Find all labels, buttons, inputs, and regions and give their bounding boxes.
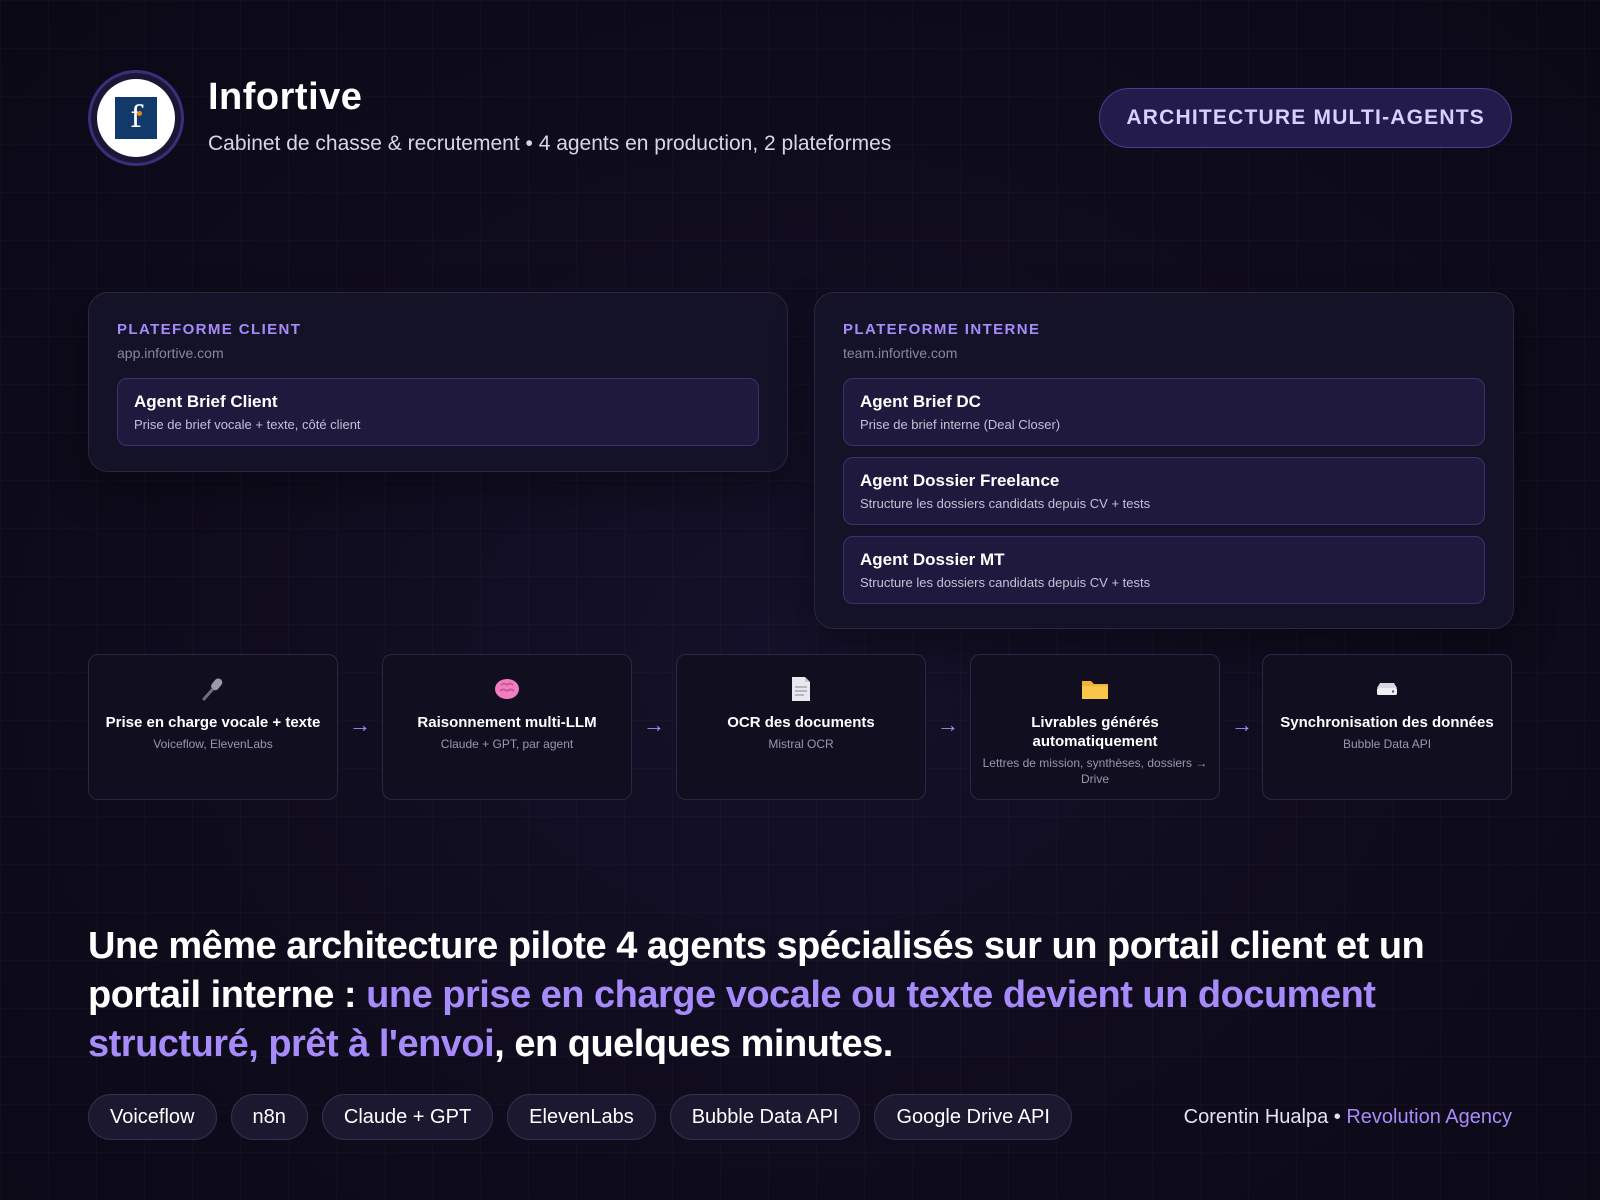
- brain-icon: [393, 675, 621, 703]
- tech-tags: Voiceflow n8n Claude + GPT ElevenLabs Bu…: [88, 1094, 1072, 1140]
- agent-card: Agent Dossier MT Structure les dossiers …: [843, 536, 1485, 604]
- tech-tag: n8n: [230, 1094, 308, 1140]
- platform-client-url: app.infortive.com: [117, 345, 224, 361]
- pipeline-step-title: Livrables générés automatiquement: [1031, 714, 1159, 750]
- agent-description: Structure les dossiers candidats depuis …: [860, 496, 1151, 511]
- headline: Une même architecture pilote 4 agents sp…: [88, 922, 1528, 1069]
- tech-tag: Bubble Data API: [669, 1094, 861, 1140]
- pipeline-step-tools: Mistral OCR: [768, 737, 834, 751]
- pipeline-step-title: Prise en charge vocale + texte: [105, 714, 321, 731]
- tech-tag: Google Drive API: [874, 1094, 1072, 1140]
- credit: Corentin Hualpa • Revolution Agency: [1184, 1106, 1512, 1129]
- pipeline-step-ocr: OCR des documents Mistral OCR: [676, 654, 926, 800]
- header: f Infortive Cabinet de chasse & recrutem…: [88, 70, 1512, 166]
- pipeline-step-title: OCR des documents: [727, 714, 875, 731]
- pipeline-step-tools: Voiceflow, ElevenLabs: [153, 737, 273, 751]
- agent-description: Prise de brief vocale + texte, côté clie…: [134, 417, 361, 432]
- agent-name: Agent Dossier Freelance: [860, 471, 1060, 490]
- agent-card: Agent Dossier Freelance Structure les do…: [843, 457, 1485, 525]
- platform-client-label: PLATEFORME CLIENT: [117, 321, 302, 338]
- pipeline-step-title: Synchronisation des données: [1280, 714, 1494, 731]
- tech-tag: Claude + GPT: [321, 1094, 494, 1140]
- agent-name: Agent Brief Client: [134, 392, 278, 411]
- pipeline-step-tools: Lettres de mission, synthèses, dossiers …: [982, 756, 1208, 786]
- agent-description: Prise de brief interne (Deal Closer): [860, 417, 1061, 432]
- database-icon: [1273, 675, 1501, 703]
- pipeline: Prise en charge vocale + texte Voiceflow…: [88, 654, 1512, 800]
- pipeline-step-title: Raisonnement multi-LLM: [417, 714, 597, 731]
- agent-card: Agent Brief Client Prise de brief vocale…: [117, 378, 759, 446]
- agent-description: Structure les dossiers candidats depuis …: [860, 575, 1151, 590]
- pipeline-step-tools: Claude + GPT, par agent: [440, 737, 574, 751]
- platform-interne-label: PLATEFORME INTERNE: [843, 321, 1041, 338]
- pipeline-step-sync: Synchronisation des données Bubble Data …: [1262, 654, 1512, 800]
- page-subtitle: Cabinet de chasse & recrutement • 4 agen…: [208, 132, 892, 155]
- platform-interne-card: PLATEFORME INTERNE team.infortive.com Ag…: [814, 292, 1514, 629]
- pipeline-step-llm: Raisonnement multi-LLM Claude + GPT, par…: [382, 654, 632, 800]
- arrow-right-icon: →: [349, 712, 371, 737]
- credit-separator: •: [1328, 1106, 1347, 1128]
- pipeline-step-voice: Prise en charge vocale + texte Voiceflow…: [88, 654, 338, 800]
- tech-tag: ElevenLabs: [507, 1094, 656, 1140]
- credit-agency: Revolution Agency: [1346, 1106, 1512, 1128]
- pipeline-step-tools: Bubble Data API: [1342, 737, 1432, 751]
- agent-name: Agent Dossier MT: [860, 550, 1005, 569]
- page-title: Infortive: [208, 76, 363, 118]
- credit-author: Corentin Hualpa: [1183, 1106, 1329, 1128]
- architecture-badge: ARCHITECTURE MULTI-AGENTS: [1099, 88, 1512, 148]
- arrow-right-icon: →: [937, 712, 959, 737]
- microphone-icon: [99, 675, 327, 703]
- logo-letter: f: [130, 100, 142, 135]
- infortive-logo: f: [88, 70, 184, 166]
- platform-interne-url: team.infortive.com: [843, 345, 958, 361]
- tech-tag: Voiceflow: [88, 1094, 217, 1140]
- folder-icon: [981, 675, 1209, 703]
- pipeline-step-deliverables: Livrables générés automatiquement Lettre…: [970, 654, 1220, 800]
- platform-client-card: PLATEFORME CLIENT app.infortive.com Agen…: [88, 292, 788, 472]
- agent-card: Agent Brief DC Prise de brief interne (D…: [843, 378, 1485, 446]
- arrow-right-icon: →: [1231, 712, 1253, 737]
- arrow-right-icon: →: [643, 712, 665, 737]
- headline-text-end: , en quelques minutes.: [494, 1023, 893, 1065]
- agent-name: Agent Brief DC: [860, 392, 981, 411]
- document-icon: [687, 675, 915, 703]
